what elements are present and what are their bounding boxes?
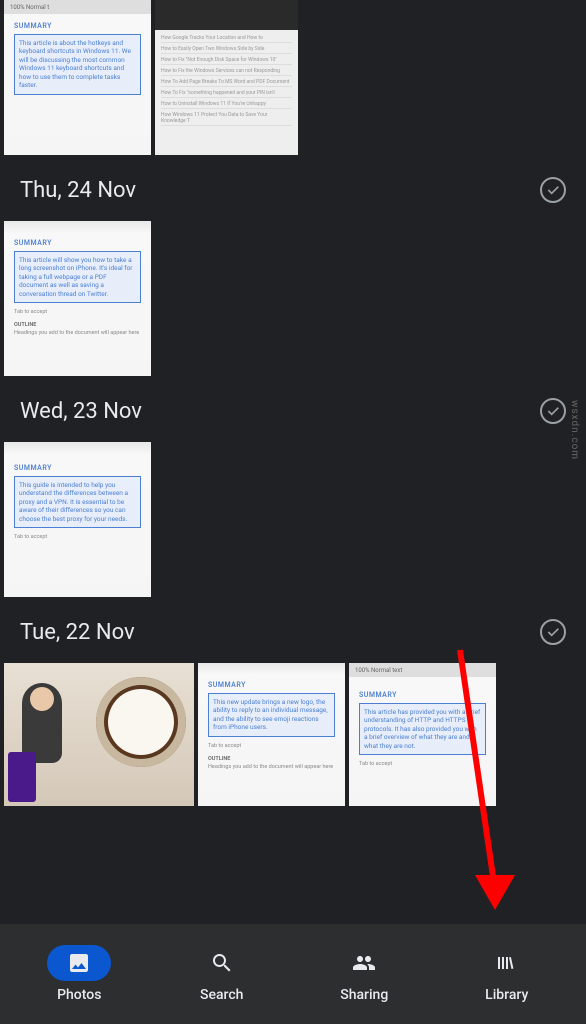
search-icon xyxy=(210,951,234,975)
library-icon xyxy=(495,951,519,975)
date-header-thu-24-nov[interactable]: Thu, 24 Nov xyxy=(0,155,586,221)
photo-row: SUMMARY This new update brings a new log… xyxy=(0,663,586,806)
photo-row: SUMMARY This guide is intended to help y… xyxy=(0,442,586,597)
summary-label: SUMMARY xyxy=(14,464,141,472)
dark-header xyxy=(155,0,298,30)
summary-box: This article will show you how to take a… xyxy=(14,251,141,303)
summary-box: This new update brings a new logo, the a… xyxy=(208,693,335,737)
nav-icon-active-pill xyxy=(47,945,111,981)
doc-toolbar: 100% Normal t xyxy=(4,0,151,14)
doc-line: How Windows 11 Protect You Data to Save … xyxy=(161,111,292,126)
doc-line: How Google Tracks Your Location and How … xyxy=(161,34,292,43)
nav-label: Library xyxy=(485,987,528,1003)
summary-box: This article is about the hotkeys and ke… xyxy=(14,34,141,95)
doc-line: How To Fix "something happened and your … xyxy=(161,89,292,98)
tab-hint: Tab to accept xyxy=(208,743,335,750)
date-label: Tue, 22 Nov xyxy=(20,620,135,645)
nav-photos[interactable]: Photos xyxy=(8,945,151,1003)
photo-thumbnail[interactable]: How Google Tracks Your Location and How … xyxy=(155,0,298,155)
bottom-navigation: Photos Search Sharing Library xyxy=(0,924,586,1024)
doc-line: How to Uninstall Windows 11 If You're Un… xyxy=(161,100,292,109)
people-icon xyxy=(352,951,376,975)
date-header-wed-23-nov[interactable]: Wed, 23 Nov xyxy=(0,376,586,442)
nav-library[interactable]: Library xyxy=(436,945,579,1003)
date-header-tue-22-nov[interactable]: Tue, 22 Nov xyxy=(0,597,586,663)
coffee-mug xyxy=(96,677,186,767)
photo-thumbnail[interactable]: SUMMARY This new update brings a new log… xyxy=(198,663,345,806)
outline-text: Headings you add to the document will ap… xyxy=(14,330,141,337)
tab-hint: Tab to accept xyxy=(14,309,141,316)
summary-label: SUMMARY xyxy=(14,22,141,30)
nav-search[interactable]: Search xyxy=(151,945,294,1003)
check-icon xyxy=(545,182,561,198)
watermark: wsxdn.com xyxy=(569,400,580,460)
photo-row: SUMMARY This article will show you how t… xyxy=(0,221,586,376)
check-icon xyxy=(545,403,561,419)
doc-toolbar: 100% Normal text xyxy=(349,663,496,677)
outline-label: OUTLINE xyxy=(208,756,335,763)
photo-thumbnail[interactable]: 100% Normal text SUMMARY This article ha… xyxy=(349,663,496,806)
select-all-toggle[interactable] xyxy=(540,619,566,645)
chocolate-bar xyxy=(8,752,36,802)
nav-icon-wrap xyxy=(475,945,539,981)
photo-thumbnail[interactable]: SUMMARY This article will show you how t… xyxy=(4,221,151,376)
doc-line: How to Fix the Windows Services can not … xyxy=(161,67,292,76)
date-label: Wed, 23 Nov xyxy=(20,399,142,424)
doc-line: How To Add Page Breaks To MS Word and PD… xyxy=(161,78,292,87)
doc-line: How to Fix "Not Enough Disk Space for Wi… xyxy=(161,56,292,65)
photo-thumbnail[interactable] xyxy=(4,663,194,806)
photo-row-top: 100% Normal t SUMMARY This article is ab… xyxy=(0,0,586,155)
outline-text: Headings you add to the document will ap… xyxy=(208,764,335,771)
summary-label: SUMMARY xyxy=(14,239,141,247)
nav-label: Photos xyxy=(57,987,101,1003)
summary-label: SUMMARY xyxy=(208,681,335,689)
nav-label: Search xyxy=(200,987,243,1003)
summary-label: SUMMARY xyxy=(359,691,486,699)
select-all-toggle[interactable] xyxy=(540,398,566,424)
summary-box: This guide is intended to help you under… xyxy=(14,476,141,528)
check-icon xyxy=(545,624,561,640)
outline-label: OUTLINE xyxy=(14,322,141,329)
select-all-toggle[interactable] xyxy=(540,177,566,203)
summary-box: This article has provided you with a bri… xyxy=(359,703,486,755)
photo-thumbnail[interactable]: SUMMARY This guide is intended to help y… xyxy=(4,442,151,597)
date-label: Thu, 24 Nov xyxy=(20,178,136,203)
tab-hint: Tab to accept xyxy=(359,761,486,768)
nav-icon-wrap xyxy=(190,945,254,981)
photo-grid-scroll[interactable]: 100% Normal t SUMMARY This article is ab… xyxy=(0,0,586,924)
nav-label: Sharing xyxy=(340,987,388,1003)
doc-line: How to Easily Open Two Windows Side by S… xyxy=(161,45,292,54)
figurine xyxy=(22,683,62,763)
tab-hint: Tab to accept xyxy=(14,534,141,541)
photo-thumbnail[interactable]: 100% Normal t SUMMARY This article is ab… xyxy=(4,0,151,155)
nav-icon-wrap xyxy=(332,945,396,981)
nav-sharing[interactable]: Sharing xyxy=(293,945,436,1003)
photo-icon xyxy=(67,951,91,975)
